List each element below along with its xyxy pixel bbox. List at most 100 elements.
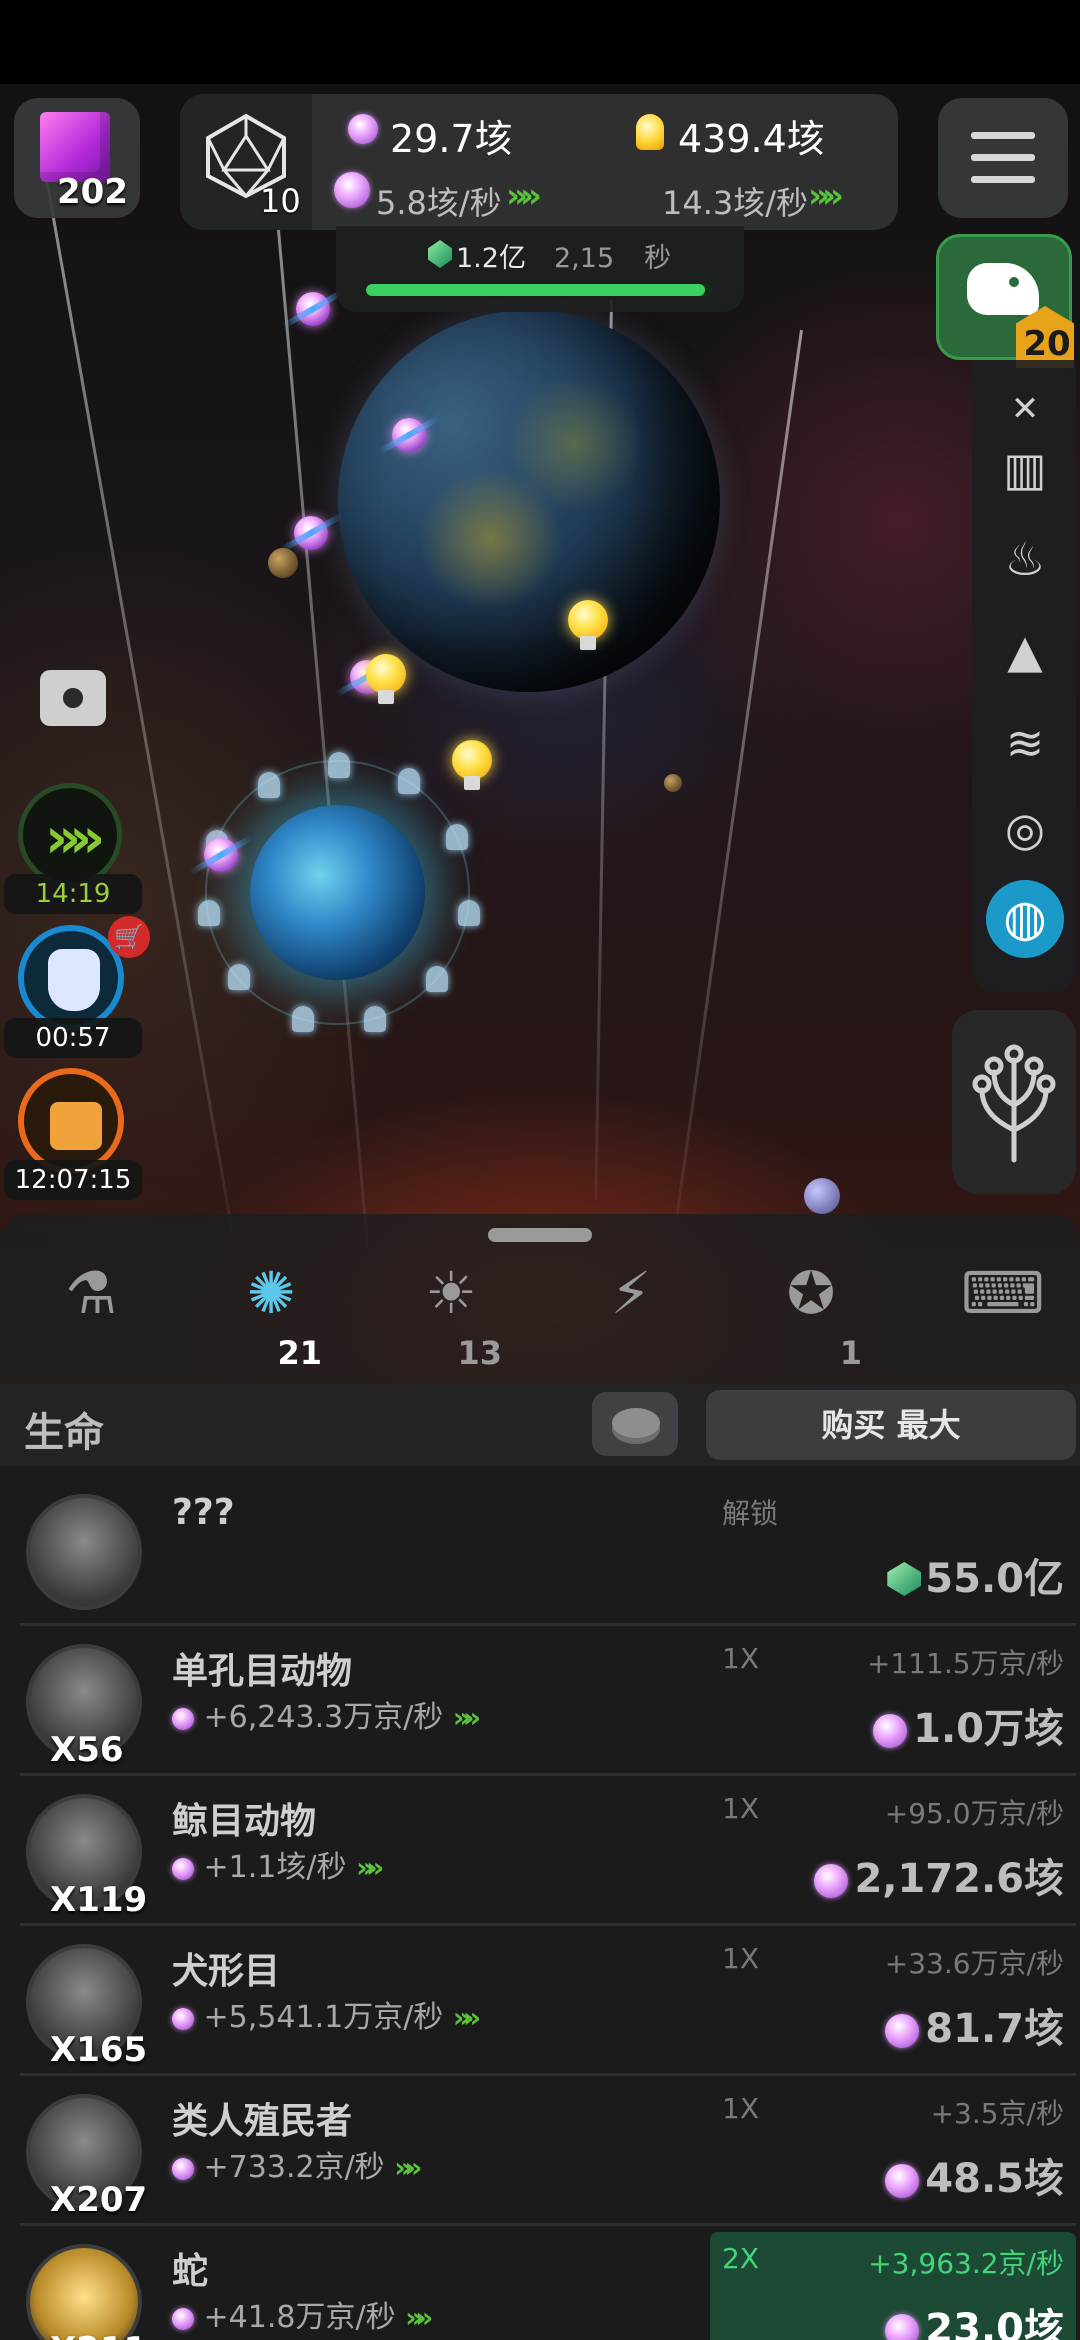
drawer-handle[interactable]	[488, 1228, 592, 1242]
list-item[interactable]: X165 犬形目 +5,541.1万京/秒 »» 1X +33.6万京/秒 81.7垓	[20, 1930, 1076, 2076]
d20-button[interactable]: 10	[180, 94, 312, 230]
speed-boost-button[interactable]: »»	[18, 783, 122, 887]
lightbulb-pickup-icon[interactable]	[452, 740, 492, 792]
coins-icon	[612, 1408, 660, 1438]
camera-button[interactable]	[40, 670, 106, 726]
buy-button[interactable]: 解锁 55.0亿	[710, 1482, 1076, 1622]
list-item[interactable]: X119 鲸目动物 +1.1垓/秒 »» 1X +95.0万京/秒 2,172.6垓	[20, 1780, 1076, 1926]
creature-rate: +5,541.1万京/秒 »»	[172, 1992, 481, 2036]
spirit-icon	[398, 768, 420, 794]
lightbulb-boost-icon: »»	[808, 176, 844, 216]
lightbulb-pickup-icon[interactable]	[366, 654, 406, 706]
fast-forward-icon: »»	[45, 806, 105, 871]
orb-resource-icon	[348, 114, 378, 144]
buy-multiplier: 1X	[722, 1942, 759, 1975]
gem-progress-panel: 1.2亿 2,15 秒	[336, 226, 744, 312]
orb-icon	[885, 2314, 920, 2340]
creature-name: ???	[172, 1492, 235, 1533]
tab-achievements[interactable]: ✪ 1	[746, 1256, 876, 1372]
lightbulb-resource-icon	[636, 114, 664, 150]
green-gem-icon	[887, 1562, 922, 1596]
tab-console[interactable]: ⌨	[926, 1256, 1056, 1366]
orb-pickup-icon[interactable]	[294, 516, 328, 550]
camera-icon	[59, 684, 87, 712]
spirit-icon	[426, 966, 448, 992]
tab-ideas[interactable]: ☀ 13	[386, 1256, 516, 1372]
buy-gain: +33.6万京/秒	[884, 1947, 1064, 1980]
orb-icon	[172, 1857, 194, 1880]
tab-science[interactable]: ⚗	[26, 1256, 156, 1366]
daily-reward-timer: 12:07:15	[4, 1160, 142, 1200]
list-item[interactable]: X56 单孔目动物 +6,243.3万京/秒 »» 1X +111.5万京/秒 1.0万…	[20, 1630, 1076, 1776]
lightbulb-icon: ☀	[425, 1259, 477, 1327]
orb-icon	[172, 2007, 194, 2030]
orb-boost-icon: »»	[506, 176, 542, 216]
buy-button[interactable]: 1X +95.0万京/秒 2,172.6垓	[710, 1782, 1076, 1922]
buy-button[interactable]: 1X +111.5万京/秒 1.0万垓	[710, 1632, 1076, 1772]
fire-icon[interactable]: ♨	[996, 530, 1054, 588]
tab-energy[interactable]: ⚡	[566, 1256, 696, 1366]
orb-pickup-icon[interactable]	[392, 418, 426, 452]
buy-button[interactable]: 2X +3,963.2京/秒 23.0垓	[710, 2232, 1076, 2340]
buy-multiplier: 1X	[722, 1792, 759, 1825]
mountain-icon[interactable]: ▲	[996, 622, 1054, 680]
asteroid	[664, 774, 682, 792]
daily-reward-button[interactable]	[18, 1068, 124, 1174]
category-tab-bar: ⚗ ✺ 21 ☀ 13 ⚡ ✪ 1 ⌨	[0, 1214, 1080, 1384]
skill-tree-button[interactable]	[952, 1010, 1076, 1194]
menu-button[interactable]	[938, 98, 1068, 218]
buy-gain: +111.5万京/秒	[866, 1647, 1064, 1680]
asteroid	[268, 548, 298, 578]
cells-icon[interactable]: ◎	[996, 800, 1054, 858]
buy-cost: 1.0万垓	[873, 1696, 1064, 1754]
list-item[interactable]: ??? 解锁 55.0亿	[20, 1480, 1076, 1626]
tab-ideas-count: 13	[457, 1334, 502, 1372]
globe-icon[interactable]: ◍	[986, 880, 1064, 958]
orb-pickup-icon[interactable]	[296, 292, 330, 326]
home-planet[interactable]	[338, 310, 720, 692]
dna-icon[interactable]: ✕	[996, 380, 1054, 438]
list-item[interactable]: X211 蛇 +41.8万京/秒 »» 2X +3,963.2京/秒 23.0垓	[20, 2230, 1076, 2340]
flask-icon: ⚗	[65, 1259, 117, 1327]
creature-name: 类人殖民者	[172, 2101, 353, 2142]
tab-life[interactable]: ✺ 21	[206, 1256, 336, 1372]
orb-icon	[885, 2164, 920, 2198]
lightbulb-rate-value: 14.3垓/秒	[662, 184, 809, 222]
waves-icon[interactable]: ≋	[996, 714, 1054, 772]
spirit-icon	[446, 824, 468, 850]
boost-chevron-icon: »»	[356, 1851, 384, 1884]
spirit-icon	[198, 900, 220, 926]
list-item[interactable]: X207 类人殖民者 +733.2京/秒 »» 1X +3.5京/秒 48.5垓	[20, 2080, 1076, 2226]
buy-gain: +3.5京/秒	[930, 2097, 1064, 2130]
shop-cart-icon[interactable]: 🛒	[108, 916, 150, 958]
life-panel-header: 生命 购买 最大	[0, 1384, 1080, 1466]
boost-chevron-icon: »»	[452, 1701, 481, 1734]
book-icon[interactable]: ▥	[996, 440, 1054, 498]
tab-life-count: 21	[277, 1334, 322, 1372]
lightbulb-pickup-icon[interactable]	[568, 600, 608, 652]
orb-resource-value: 29.7垓	[390, 117, 513, 161]
buy-max-button[interactable]: 购买 最大	[706, 1390, 1076, 1460]
creature-name: 单孔目动物	[172, 1651, 353, 1692]
cube-button[interactable]: 202	[14, 98, 140, 218]
gem-value: 1.2亿	[456, 243, 526, 274]
app-root: 202 10 29.7垓 5.8垓/秒 »» 439.4垓 14.3垓/秒 »»…	[0, 0, 1080, 2340]
green-gem-icon	[428, 240, 452, 268]
tree-icon	[972, 1044, 1056, 1163]
buy-cost: 81.7垓	[885, 1996, 1064, 2054]
spirit-icon	[364, 1006, 386, 1032]
buy-button[interactable]: 1X +33.6万京/秒 81.7垓	[710, 1932, 1076, 2072]
spirit-icon	[258, 772, 280, 798]
coin-toggle-button[interactable]	[592, 1392, 678, 1456]
orb-pickup-icon[interactable]	[204, 838, 238, 872]
lightbulb-resource-value: 439.4垓	[678, 117, 825, 161]
buy-button[interactable]: 1X +3.5京/秒 48.5垓	[710, 2082, 1076, 2222]
resource-panel: 10 29.7垓 5.8垓/秒 »» 439.4垓 14.3垓/秒 »»	[180, 94, 898, 230]
ocean-planet[interactable]	[250, 805, 425, 980]
creature-name: 鲸目动物	[172, 1801, 317, 1842]
gem-rate: 2,15 秒	[554, 243, 672, 274]
menu-icon	[971, 132, 1035, 139]
creature-rate: +1.1垓/秒 »»	[172, 1842, 384, 1886]
creature-avatar	[26, 1494, 142, 1610]
creature-quantity: X165	[50, 2030, 148, 2070]
